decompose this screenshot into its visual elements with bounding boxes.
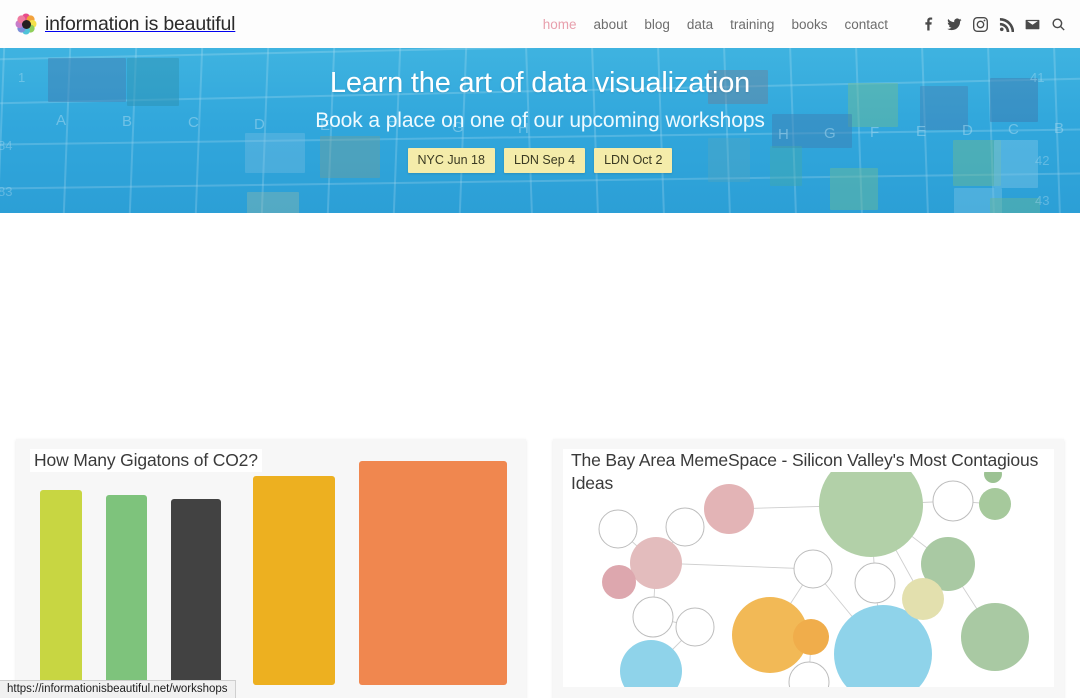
card-title-co2-text: How Many Gigatons of CO2?	[30, 449, 262, 472]
workshop-button-ldn-sep-4[interactable]: LDN Sep 4	[503, 148, 586, 173]
co2-bars	[26, 447, 516, 685]
memespace-node	[675, 607, 715, 647]
co2-bar	[40, 489, 82, 685]
co2-bar	[106, 494, 147, 685]
social-icons	[921, 16, 1066, 32]
card-bay-area-memespace[interactable]: The Bay Area MemeSpace - Silicon Valley'…	[553, 439, 1064, 698]
memespace-node	[793, 549, 833, 589]
hero-banner: ABCDEFGHHGFEDCBA18483414243 Learn the ar…	[0, 48, 1080, 213]
card-how-many-gigatons-of-co2[interactable]: How Many Gigatons of CO2?	[16, 439, 526, 698]
card-title-co2: How Many Gigatons of CO2?	[30, 449, 262, 472]
nav-item-data[interactable]: data	[687, 17, 713, 32]
memespace-node	[793, 619, 829, 655]
memespace-node	[961, 603, 1029, 671]
workshop-button-ldn-oct-2[interactable]: LDN Oct 2	[594, 148, 673, 173]
search-icon[interactable]	[1051, 17, 1066, 32]
brand-logo-link[interactable]: information is beautiful	[15, 12, 236, 36]
memespace-node	[902, 578, 944, 620]
nav-item-training[interactable]: training	[730, 17, 774, 32]
co2-bar	[359, 461, 507, 685]
memespace-node	[630, 537, 682, 589]
visualization-cards-grid: How Many Gigatons of CO2? The Bay Area M…	[0, 213, 1080, 698]
facebook-icon[interactable]	[921, 16, 936, 32]
nav-item-books[interactable]: books	[791, 17, 827, 32]
memespace-node	[854, 562, 896, 604]
co2-bar	[171, 499, 221, 685]
memespace-node	[632, 596, 674, 638]
workshop-button-nyc-jun-18[interactable]: NYC Jun 18	[407, 148, 495, 173]
site-header: information is beautiful home about blog…	[0, 0, 1080, 48]
flower-logo-icon	[15, 13, 37, 35]
brand-name: information is beautiful	[45, 12, 236, 35]
instagram-icon[interactable]	[973, 16, 988, 32]
memespace-node	[602, 565, 636, 599]
memespace-node	[665, 507, 705, 547]
main-nav: home about blog data training books cont…	[543, 16, 1066, 32]
nav-item-home[interactable]: home	[543, 17, 577, 32]
nav-item-contact[interactable]: contact	[844, 17, 888, 32]
card-title-memespace: The Bay Area MemeSpace - Silicon Valley'…	[567, 449, 1064, 496]
memespace-node	[598, 509, 638, 549]
rss-icon[interactable]	[999, 17, 1014, 32]
co2-chart	[16, 439, 526, 698]
hero-title: Learn the art of data visualization	[329, 67, 751, 99]
twitter-icon[interactable]	[947, 17, 962, 32]
hero-content: Learn the art of data visualization Book…	[0, 48, 1080, 213]
email-icon[interactable]	[1025, 17, 1040, 32]
nav-item-about[interactable]: about	[594, 17, 628, 32]
card-title-memespace-text: The Bay Area MemeSpace - Silicon Valley'…	[567, 449, 1043, 496]
workshop-buttons: NYC Jun 18 LDN Sep 4 LDN Oct 2	[407, 148, 673, 173]
nav-item-blog[interactable]: blog	[644, 17, 670, 32]
status-bar-url: https://informationisbeautiful.net/works…	[0, 680, 236, 698]
co2-bar	[253, 475, 335, 685]
hero-subtitle: Book a place on one of our upcoming work…	[315, 109, 765, 132]
